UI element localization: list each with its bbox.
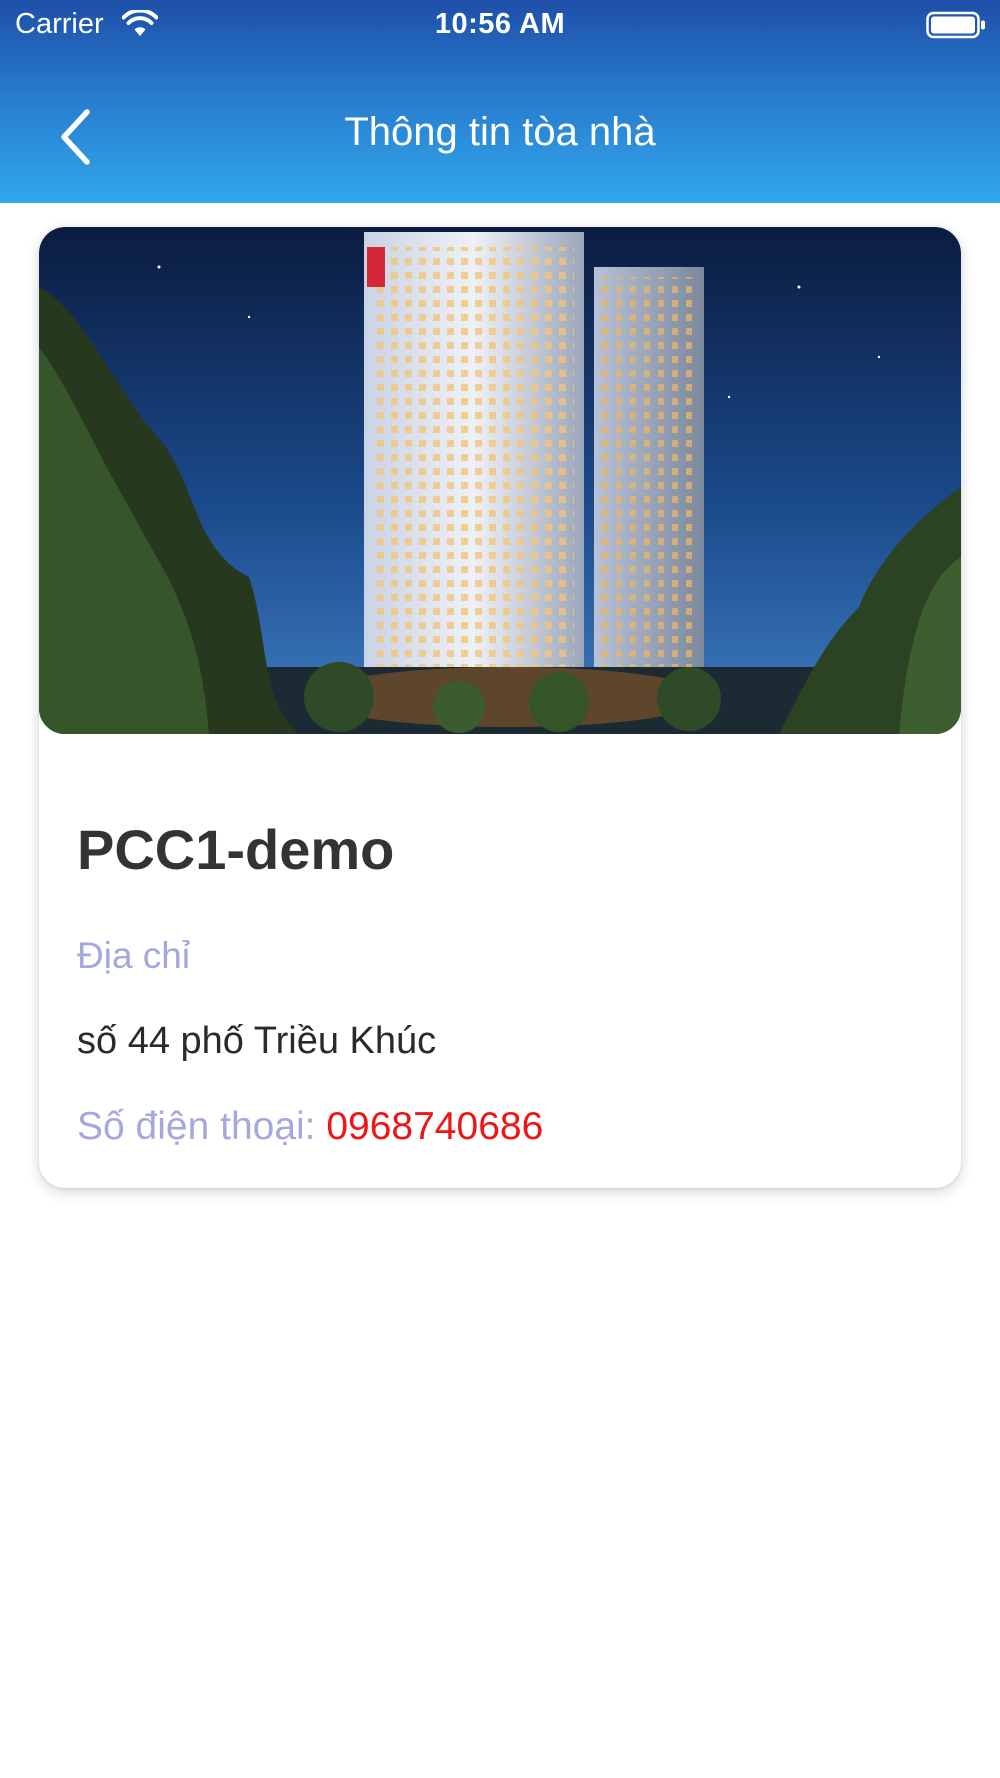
address-value: số 44 phố Triều Khúc [77, 1020, 437, 1062]
status-bar: Carrier 10:56 AM [0, 0, 1000, 50]
navigation-bar: Thông tin tòa nhà [0, 50, 1000, 203]
building-photo [39, 227, 961, 734]
building-card: PCC1-demo Địa chỉ số 44 phố Triều Khúc S… [39, 227, 961, 1188]
phone-link[interactable]: 0968740686 [326, 1105, 543, 1148]
address-label: Địa chỉ [77, 935, 191, 976]
building-illustration [39, 227, 961, 734]
page-title: Thông tin tòa nhà [344, 110, 656, 154]
building-name: PCC1-demo [77, 818, 395, 881]
status-time: 10:56 AM [434, 8, 566, 40]
header: Carrier 10:56 AM Thông tin tòa nhà [0, 0, 1000, 203]
phone-label: Số điện thoại: [77, 1105, 327, 1148]
phone-row: Số điện thoại: 0968740686 [77, 1105, 543, 1149]
battery-icon [926, 11, 985, 39]
